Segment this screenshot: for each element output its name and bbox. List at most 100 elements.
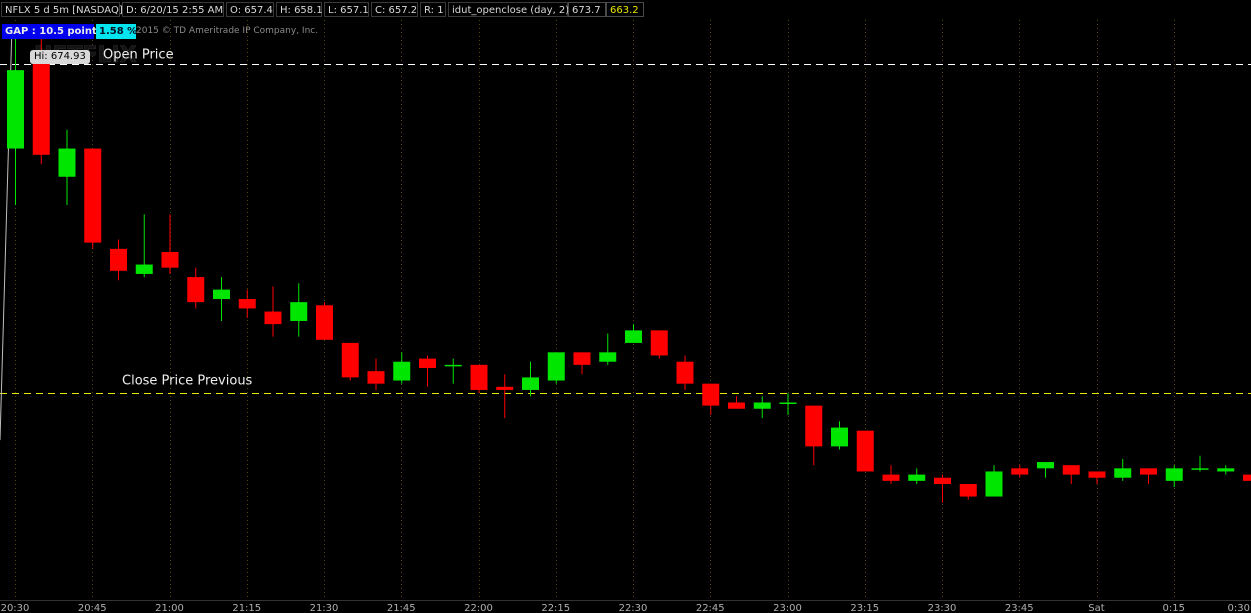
candle-body xyxy=(238,299,256,309)
x-tick-label: 20:45 xyxy=(78,603,107,613)
candle[interactable] xyxy=(1165,465,1183,488)
range-value: R: 1 xyxy=(420,2,446,17)
candle[interactable] xyxy=(135,214,153,278)
candle[interactable] xyxy=(110,239,127,281)
candle-body xyxy=(728,402,745,409)
candle[interactable] xyxy=(290,283,308,337)
candle[interactable] xyxy=(959,484,977,500)
candle-body xyxy=(856,430,874,472)
candle[interactable] xyxy=(573,352,591,375)
candle[interactable] xyxy=(238,289,256,318)
candle-body xyxy=(959,484,977,497)
candle[interactable] xyxy=(187,267,205,309)
candle-body xyxy=(573,352,591,365)
x-tick-label: 21:30 xyxy=(310,603,339,613)
candle-body xyxy=(1011,468,1029,475)
gap-badge: GAP : 10.5 point xyxy=(2,24,97,39)
candle[interactable] xyxy=(1191,455,1209,472)
x-tick-label: 23:00 xyxy=(773,603,802,613)
candle[interactable] xyxy=(161,214,179,274)
candle[interactable] xyxy=(753,396,771,419)
candle[interactable] xyxy=(393,352,411,384)
candle-body xyxy=(32,63,50,155)
candle[interactable] xyxy=(264,286,282,337)
x-tick-label: 22:45 xyxy=(696,603,725,613)
candle[interactable] xyxy=(1037,462,1054,478)
symbol-label[interactable]: NFLX 5 d 5m [NASDAQ] xyxy=(1,2,123,17)
candle-body xyxy=(419,358,436,368)
candle[interactable] xyxy=(470,364,488,394)
candle[interactable] xyxy=(856,430,874,472)
candlestick-chart[interactable]: NETFLIX Open PriceClose Price Previous 2… xyxy=(0,0,1251,613)
candle-body xyxy=(367,371,385,384)
candle[interactable] xyxy=(547,352,565,384)
candle[interactable] xyxy=(676,355,694,390)
gap-percent-badge: 1.58 % xyxy=(96,24,137,39)
candle[interactable] xyxy=(341,342,359,381)
candle[interactable] xyxy=(934,474,951,503)
candle-body xyxy=(110,248,127,271)
candle-body xyxy=(547,352,565,381)
candle[interactable] xyxy=(84,148,102,249)
copyright-text: 2015 © TD Ameritrade IP Company, Inc. xyxy=(136,26,319,36)
candle[interactable] xyxy=(1217,465,1235,475)
candle[interactable] xyxy=(444,358,462,384)
study-value-open: 673.7 xyxy=(568,2,606,17)
candle-body xyxy=(58,148,76,177)
candle[interactable] xyxy=(599,333,617,365)
candle-body xyxy=(934,477,951,484)
candle[interactable] xyxy=(1243,474,1251,481)
candle-body xyxy=(650,330,668,356)
candle[interactable] xyxy=(213,277,230,321)
candle[interactable] xyxy=(1140,468,1157,484)
candle[interactable] xyxy=(496,374,514,419)
candle[interactable] xyxy=(58,129,76,205)
candle[interactable] xyxy=(831,421,848,450)
candle[interactable] xyxy=(728,396,745,409)
candle-body xyxy=(702,383,720,406)
candle[interactable] xyxy=(522,361,539,397)
candle[interactable] xyxy=(882,465,900,484)
candle-body xyxy=(341,342,359,378)
x-tick-label: 21:45 xyxy=(387,603,416,613)
x-tick-label: 23:15 xyxy=(850,603,879,613)
candle[interactable] xyxy=(316,302,333,340)
candle[interactable] xyxy=(805,405,823,466)
candle[interactable] xyxy=(1011,465,1029,478)
low-value: L: 657.1 xyxy=(324,2,369,17)
candle[interactable] xyxy=(7,25,24,205)
x-tick-label: 22:30 xyxy=(619,603,648,613)
chart-header: NFLX 5 d 5m [NASDAQ] D: 6/20/15 2:55 AM … xyxy=(0,0,1251,20)
candle-body xyxy=(1140,468,1157,475)
candle-body xyxy=(985,471,1003,497)
candle[interactable] xyxy=(625,324,642,343)
candles xyxy=(7,25,1251,503)
close-value: C: 657.2 xyxy=(371,2,418,17)
candle-body xyxy=(1243,474,1251,481)
candle[interactable] xyxy=(1114,458,1132,481)
open-value: O: 657.4 xyxy=(226,2,274,17)
datetime-label: D: 6/20/15 2:55 AM xyxy=(122,2,224,17)
study-name[interactable]: idut_openclose (day, 2) xyxy=(448,2,569,17)
candle-body xyxy=(831,427,848,447)
candle[interactable] xyxy=(1062,465,1080,484)
x-tick-label: 23:45 xyxy=(1005,603,1034,613)
x-tick-label: 0:15 xyxy=(1163,603,1185,613)
candle[interactable] xyxy=(908,468,926,484)
candle-body xyxy=(1037,462,1054,469)
open-price-label: Open Price xyxy=(103,48,174,63)
level-lines: Open Price Close Price Previous xyxy=(0,25,1251,441)
candle-body xyxy=(1217,468,1235,472)
x-tick-label: 22:15 xyxy=(541,603,570,613)
candle-body xyxy=(84,148,102,243)
candle-body xyxy=(882,474,900,481)
candle-body xyxy=(625,330,642,343)
candle[interactable] xyxy=(367,358,385,390)
candle[interactable] xyxy=(1088,471,1106,484)
candle[interactable] xyxy=(779,393,797,416)
candle[interactable] xyxy=(419,355,436,387)
candle[interactable] xyxy=(650,330,668,359)
candle[interactable] xyxy=(702,383,720,416)
candle[interactable] xyxy=(985,465,1003,497)
candle-body xyxy=(290,302,308,321)
